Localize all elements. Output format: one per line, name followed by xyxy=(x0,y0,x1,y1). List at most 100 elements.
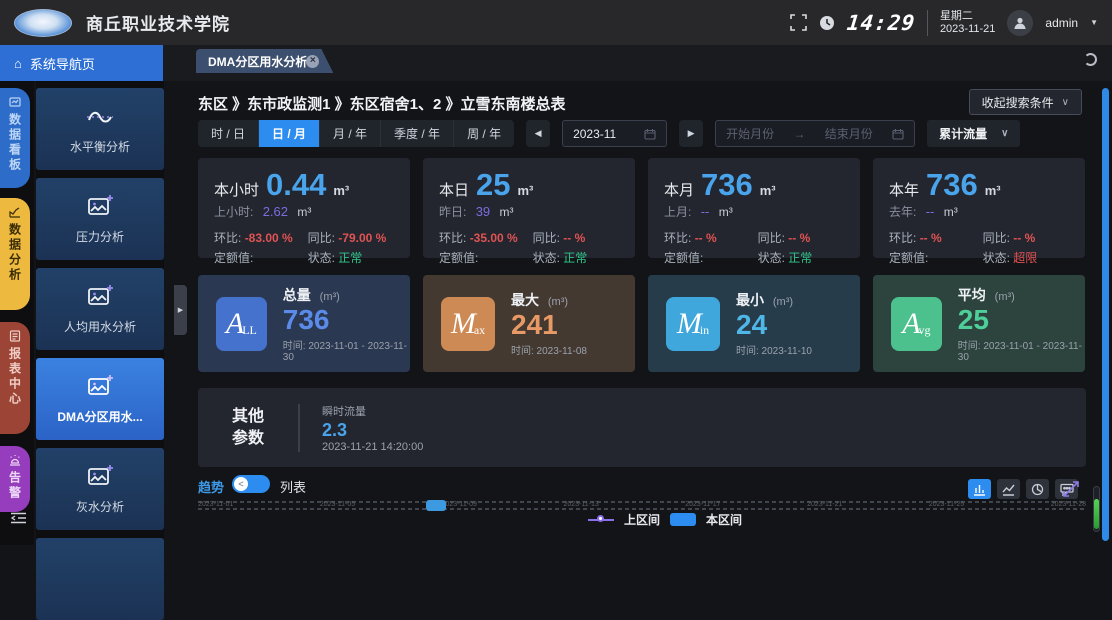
sidebar-group-alarm[interactable]: 告警 xyxy=(0,446,30,512)
sidebar-item-label: 人均用水分析 xyxy=(64,318,136,335)
collapse-menu-icon[interactable] xyxy=(10,511,27,525)
yoy-label: 同比: xyxy=(758,231,785,245)
date-block: 星期二 2023-11-21 xyxy=(940,10,995,36)
stat-prev-label: 上月: xyxy=(664,205,691,219)
user-name[interactable]: admin xyxy=(1045,16,1078,30)
stat-prev-value: 39 xyxy=(476,204,490,219)
instant-flow-time: 2023-11-21 14:20:00 xyxy=(322,441,423,453)
close-icon[interactable]: × xyxy=(306,55,319,68)
datazoom-tick: 2023-11-01 xyxy=(198,501,233,508)
bar-chart-icon[interactable] xyxy=(968,479,991,499)
mini-scrollbar-thumb[interactable] xyxy=(1094,499,1099,529)
sidebar-item-grey-water[interactable]: 灰水分析 xyxy=(36,448,164,530)
month-range-picker[interactable]: 开始月份 → 结束月份 xyxy=(715,120,915,147)
stat-unit: m³ xyxy=(985,183,1001,198)
status-label: 状态: xyxy=(758,251,785,265)
nav-home-button[interactable]: ⌂ 系统导航页 xyxy=(0,45,163,81)
sidebar-group-label: 报表中心 xyxy=(7,347,24,407)
datazoom-tick: 2023-11-21 xyxy=(807,501,842,508)
icon-letter: M xyxy=(451,310,476,338)
line-chart-icon[interactable] xyxy=(997,479,1020,499)
summary-title: 最小 xyxy=(736,292,764,308)
sidebar-item-per-capita[interactable]: 人均用水分析 xyxy=(36,268,164,350)
ring-value: -- % xyxy=(920,231,942,245)
circle-chart-icon[interactable] xyxy=(1026,479,1049,499)
stat-prev-label: 昨日: xyxy=(439,205,466,219)
month-picker[interactable]: 2023-11 xyxy=(562,120,667,147)
sidebar-group-strip: 数据看板 数据分析 报表中心 告警 xyxy=(0,81,34,545)
summary-time: 时间: 2023-11-10 xyxy=(736,342,812,357)
stat-value: 736 xyxy=(926,170,978,200)
status-badge: 正常 xyxy=(788,251,812,265)
summary-title: 平均 xyxy=(958,287,986,303)
prev-month-button[interactable]: ◀ xyxy=(526,120,550,147)
stat-prev-value: -- xyxy=(701,204,710,219)
stat-period-label: 本日 xyxy=(439,179,469,200)
fullscreen-chart-icon[interactable] xyxy=(1062,480,1080,498)
metric-select-value: 累计流量 xyxy=(939,125,987,142)
expand-sidebar-icon[interactable]: ▶ xyxy=(174,285,187,335)
summary-unit: (m³) xyxy=(548,296,568,308)
clock-time: 14:29 xyxy=(845,11,916,35)
trend-list-toggle[interactable]: < xyxy=(232,475,270,493)
icon-letter: M xyxy=(677,310,702,338)
datazoom-window[interactable] xyxy=(426,500,446,511)
app-header: 商丘职业技术学院 14:29 星期二 2023-11-21 admin ▼ xyxy=(0,0,1112,45)
summary-card-min: M in 最小 (m³) 24 时间: 2023-11-10 xyxy=(648,275,860,372)
status-badge: 超限 xyxy=(1013,251,1037,265)
min-icon: M in xyxy=(666,297,720,351)
caret-down-icon[interactable]: ▼ xyxy=(1090,18,1098,27)
sidebar-item-pressure[interactable]: 压力分析 xyxy=(36,178,164,260)
fullscreen-icon[interactable] xyxy=(790,14,807,31)
avatar[interactable] xyxy=(1007,10,1033,36)
image-plus-icon xyxy=(86,283,114,309)
yoy-value: -- % xyxy=(563,231,585,245)
datazoom-tick: 2023-11-25 xyxy=(929,501,964,508)
tab-dma-analysis[interactable]: DMA分区用水分析 × xyxy=(196,49,333,73)
period-hour-day[interactable]: 时 / 日 xyxy=(198,120,258,147)
collapse-search-label: 收起搜索条件 xyxy=(982,94,1054,111)
legend-line-marker[interactable] xyxy=(588,519,614,521)
stat-prev-unit: m³ xyxy=(944,205,958,219)
period-week-year[interactable]: 周 / 年 xyxy=(453,120,514,147)
sidebar-group-analysis[interactable]: 数据分析 xyxy=(0,198,30,310)
summary-value: 25 xyxy=(958,305,1085,335)
sidebar-group-dashboard[interactable]: 数据看板 xyxy=(0,88,30,188)
calendar-icon xyxy=(644,128,656,140)
sidebar-group-report[interactable]: 报表中心 xyxy=(0,322,30,434)
breadcrumb: 东区 》东市政监测1 》东区宿舍1、2 》立雪东南楼总表 xyxy=(198,93,566,114)
icon-letter-small: vg xyxy=(919,323,931,338)
legend-bar-marker[interactable] xyxy=(670,513,696,526)
ring-label: 环比: xyxy=(214,231,241,245)
sidebar-group-label: 告警 xyxy=(7,471,24,501)
chart-legend: 上区间 本区间 xyxy=(588,511,742,528)
legend-upper-range[interactable]: 上区间 xyxy=(624,511,660,528)
quota-label: 定额值: xyxy=(664,249,758,266)
header-divider xyxy=(927,10,928,36)
status-badge: 正常 xyxy=(563,251,587,265)
summary-card-avg: A vg 平均 (m³) 25 时间: 2023-11-01 - 2023-11… xyxy=(873,275,1085,372)
summary-value: 241 xyxy=(511,310,587,340)
vertical-scrollbar[interactable] xyxy=(1102,88,1109,541)
sidebar-item-label: 压力分析 xyxy=(76,228,124,245)
stat-prev-label: 上小时: xyxy=(214,205,253,219)
tab-label: DMA分区用水分析 xyxy=(208,53,307,70)
sidebar-item-partial[interactable] xyxy=(36,538,164,620)
next-month-button[interactable]: ▶ xyxy=(679,120,703,147)
sidebar-item-dma-analysis[interactable]: DMA分区用水... xyxy=(36,358,164,440)
sidebar-item-water-balance[interactable]: 水平衡分析 xyxy=(36,88,164,170)
metric-select[interactable]: 累计流量 ∨ xyxy=(927,120,1020,147)
summary-value: 24 xyxy=(736,310,812,340)
period-quarter-year[interactable]: 季度 / 年 xyxy=(380,120,453,147)
chevron-down-icon: ∨ xyxy=(1001,128,1008,139)
quota-label: 定额值: xyxy=(214,249,308,266)
divider xyxy=(298,404,300,452)
datazoom-tick: 2023-11-09 xyxy=(442,501,477,508)
arrow-right-icon: → xyxy=(793,127,805,141)
refresh-icon[interactable] xyxy=(1084,53,1100,69)
collapse-search-button[interactable]: 收起搜索条件 ∨ xyxy=(969,89,1082,115)
period-day-month[interactable]: 日 / 月 xyxy=(258,120,319,147)
legend-current-range[interactable]: 本区间 xyxy=(706,511,742,528)
stat-period-label: 本月 xyxy=(664,179,694,200)
period-month-year[interactable]: 月 / 年 xyxy=(319,120,380,147)
